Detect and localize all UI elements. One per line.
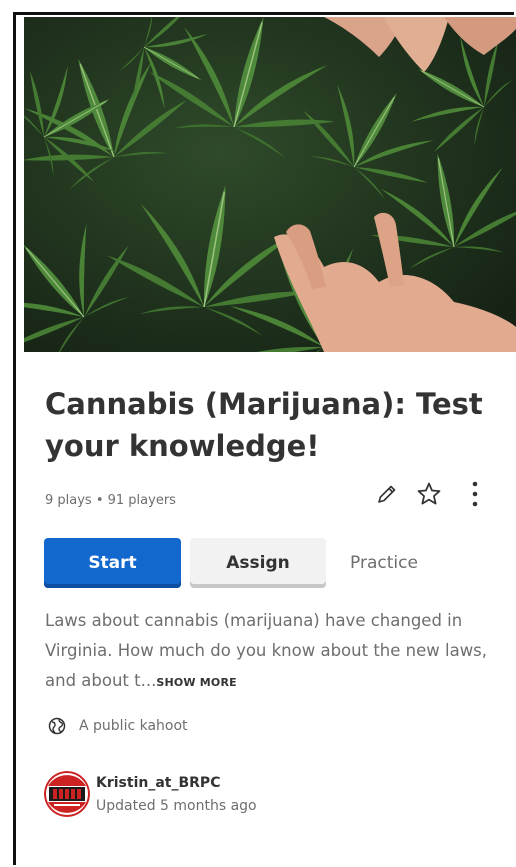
avatar[interactable]	[44, 771, 90, 817]
more-options-button[interactable]	[460, 478, 490, 510]
pencil-icon	[378, 485, 396, 503]
visibility-indicator: A public kahoot	[48, 717, 188, 735]
show-more-link[interactable]: SHOW MORE	[156, 676, 237, 689]
globe-icon	[48, 717, 66, 735]
author-info: Kristin_at_BRPC Updated 5 months ago	[44, 771, 257, 817]
edit-button[interactable]	[372, 478, 402, 510]
visibility-label: A public kahoot	[79, 718, 188, 734]
kahoot-title: Cannabis (Marijuana): Test your knowledg…	[45, 387, 483, 463]
start-button[interactable]: Start	[44, 538, 181, 588]
star-icon	[417, 482, 441, 505]
description-text: Laws about cannabis (marijuana) have cha…	[45, 611, 488, 690]
assign-button[interactable]: Assign	[190, 538, 326, 588]
play-stats: 9 plays • 91 players	[45, 493, 176, 508]
cover-image	[24, 17, 516, 352]
practice-button[interactable]: Practice	[336, 538, 432, 588]
favorite-button[interactable]	[414, 478, 444, 510]
kahoot-description: Laws about cannabis (marijuana) have cha…	[45, 606, 505, 698]
author-name[interactable]: Kristin_at_BRPC	[96, 775, 257, 791]
updated-time: Updated 5 months ago	[96, 798, 257, 814]
kebab-menu-icon	[472, 481, 478, 507]
